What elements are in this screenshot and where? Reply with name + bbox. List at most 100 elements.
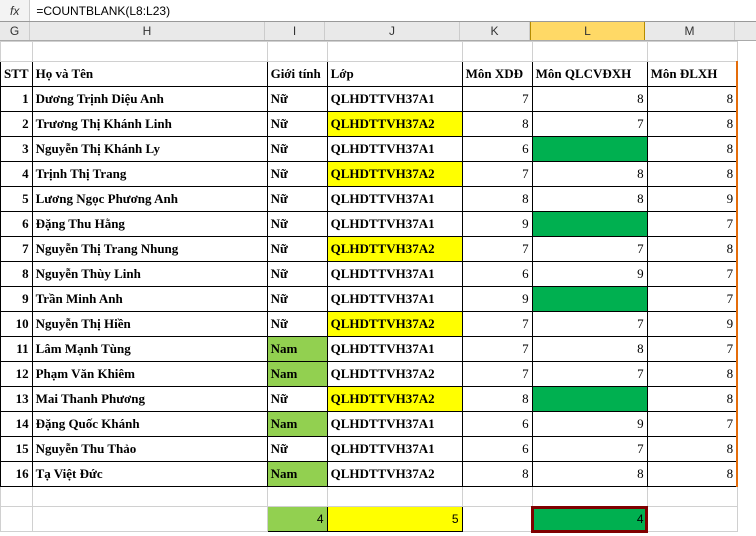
cell-class[interactable]: QLHDTTVH37A2 [327, 237, 462, 262]
cell-dlxh[interactable]: 8 [647, 137, 737, 162]
cell-class[interactable]: QLHDTTVH37A1 [327, 337, 462, 362]
cell-dlxh[interactable]: 7 [647, 262, 737, 287]
cell-class[interactable]: QLHDTTVH37A2 [327, 312, 462, 337]
cell-xdd[interactable]: 7 [462, 337, 532, 362]
cell-dlxh[interactable]: 7 [647, 212, 737, 237]
cell-dlxh[interactable]: 7 [647, 337, 737, 362]
cell-qlcvdxh[interactable]: 8 [532, 462, 647, 487]
cell-name[interactable]: Mai Thanh Phương [32, 387, 267, 412]
cell-dlxh[interactable]: 8 [647, 362, 737, 387]
cell-qlcvdxh[interactable] [532, 137, 647, 162]
cell-gender[interactable]: Nữ [267, 87, 327, 112]
cell-gender[interactable]: Nam [267, 337, 327, 362]
cell-xdd[interactable]: 7 [462, 237, 532, 262]
cell-qlcvdxh[interactable]: 7 [532, 437, 647, 462]
cell-name[interactable]: Dương Trịnh Diệu Anh [32, 87, 267, 112]
cell-stt[interactable]: 9 [1, 287, 33, 312]
cell-class[interactable]: QLHDTTVH37A2 [327, 162, 462, 187]
spreadsheet-grid[interactable]: G H I J K L M STT Họ và Tên Giới tính Lớ… [0, 22, 756, 532]
cell-stt[interactable]: 14 [1, 412, 33, 437]
cell-xdd[interactable]: 7 [462, 87, 532, 112]
cell-xdd[interactable]: 6 [462, 262, 532, 287]
cell-name[interactable]: Nguyễn Thu Thảo [32, 437, 267, 462]
cell-gender[interactable]: Nam [267, 362, 327, 387]
cell-qlcvdxh[interactable]: 8 [532, 162, 647, 187]
cell-qlcvdxh[interactable]: 7 [532, 112, 647, 137]
cell-gender[interactable]: Nam [267, 462, 327, 487]
cell-stt[interactable]: 6 [1, 212, 33, 237]
count-ql-selected-cell[interactable]: 4 [532, 507, 647, 532]
cell-class[interactable]: QLHDTTVH37A1 [327, 437, 462, 462]
cell-qlcvdxh[interactable] [532, 387, 647, 412]
cell-dlxh[interactable]: 8 [647, 87, 737, 112]
cell-qlcvdxh[interactable]: 8 [532, 87, 647, 112]
cell-class[interactable]: QLHDTTVH37A1 [327, 187, 462, 212]
hdr-class[interactable]: Lớp [327, 62, 462, 87]
col-header-i[interactable]: I [265, 22, 325, 40]
cell-name[interactable]: Lương Ngọc Phương Anh [32, 187, 267, 212]
cell-class[interactable]: QLHDTTVH37A1 [327, 212, 462, 237]
cell-qlcvdxh[interactable]: 8 [532, 337, 647, 362]
cell-xdd[interactable]: 9 [462, 212, 532, 237]
cell-gender[interactable]: Nữ [267, 262, 327, 287]
cell-name[interactable]: Trịnh Thị Trang [32, 162, 267, 187]
cell-stt[interactable]: 8 [1, 262, 33, 287]
col-header-m[interactable]: M [645, 22, 735, 40]
cell-gender[interactable]: Nữ [267, 137, 327, 162]
cell-stt[interactable]: 10 [1, 312, 33, 337]
cell-class[interactable]: QLHDTTVH37A1 [327, 412, 462, 437]
cell-class[interactable]: QLHDTTVH37A2 [327, 362, 462, 387]
cell-name[interactable]: Trần Minh Anh [32, 287, 267, 312]
cell-dlxh[interactable]: 7 [647, 412, 737, 437]
cell-qlcvdxh[interactable]: 7 [532, 312, 647, 337]
cell-dlxh[interactable]: 8 [647, 387, 737, 412]
cell-gender[interactable]: Nữ [267, 237, 327, 262]
cell-xdd[interactable]: 7 [462, 162, 532, 187]
cell-xdd[interactable]: 6 [462, 412, 532, 437]
cell-gender[interactable]: Nữ [267, 162, 327, 187]
hdr-xdd[interactable]: Môn XDĐ [462, 62, 532, 87]
cell-xdd[interactable]: 8 [462, 187, 532, 212]
cell-xdd[interactable]: 8 [462, 112, 532, 137]
col-header-h[interactable]: H [30, 22, 265, 40]
cell-stt[interactable]: 11 [1, 337, 33, 362]
hdr-gender[interactable]: Giới tính [267, 62, 327, 87]
cell-dlxh[interactable]: 9 [647, 187, 737, 212]
cell-name[interactable]: Nguyễn Thị Trang Nhung [32, 237, 267, 262]
cell-name[interactable]: Phạm Văn Khiêm [32, 362, 267, 387]
cell-stt[interactable]: 15 [1, 437, 33, 462]
cell-name[interactable]: Nguyễn Thùy Linh [32, 262, 267, 287]
cell-stt[interactable]: 4 [1, 162, 33, 187]
cell-qlcvdxh[interactable]: 7 [532, 362, 647, 387]
cell-stt[interactable]: 2 [1, 112, 33, 137]
count-gender[interactable]: 4 [267, 507, 327, 532]
col-header-k[interactable]: K [460, 22, 530, 40]
cell-gender[interactable]: Nữ [267, 112, 327, 137]
cell-xdd[interactable]: 8 [462, 462, 532, 487]
cell-xdd[interactable]: 6 [462, 137, 532, 162]
cell-xdd[interactable]: 6 [462, 437, 532, 462]
cell-gender[interactable]: Nữ [267, 187, 327, 212]
cell-dlxh[interactable]: 8 [647, 237, 737, 262]
cell-stt[interactable]: 3 [1, 137, 33, 162]
cell-stt[interactable]: 16 [1, 462, 33, 487]
cell-class[interactable]: QLHDTTVH37A1 [327, 137, 462, 162]
cell-xdd[interactable]: 7 [462, 362, 532, 387]
cell-class[interactable]: QLHDTTVH37A2 [327, 387, 462, 412]
cell-name[interactable]: Tạ Việt Đức [32, 462, 267, 487]
col-header-j[interactable]: J [325, 22, 460, 40]
col-header-l[interactable]: L [530, 22, 645, 40]
cell-class[interactable]: QLHDTTVH37A2 [327, 112, 462, 137]
hdr-dlxh[interactable]: Môn ĐLXH [647, 62, 737, 87]
cell-gender[interactable]: Nữ [267, 212, 327, 237]
cell-qlcvdxh[interactable]: 9 [532, 412, 647, 437]
hdr-stt[interactable]: STT [1, 62, 33, 87]
cell-gender[interactable]: Nữ [267, 312, 327, 337]
cell-name[interactable]: Nguyễn Thị Hiền [32, 312, 267, 337]
cell-dlxh[interactable]: 9 [647, 312, 737, 337]
cell-gender[interactable]: Nữ [267, 287, 327, 312]
cell-dlxh[interactable]: 8 [647, 437, 737, 462]
cell-stt[interactable]: 5 [1, 187, 33, 212]
formula-input[interactable] [29, 0, 756, 21]
cell-stt[interactable]: 1 [1, 87, 33, 112]
